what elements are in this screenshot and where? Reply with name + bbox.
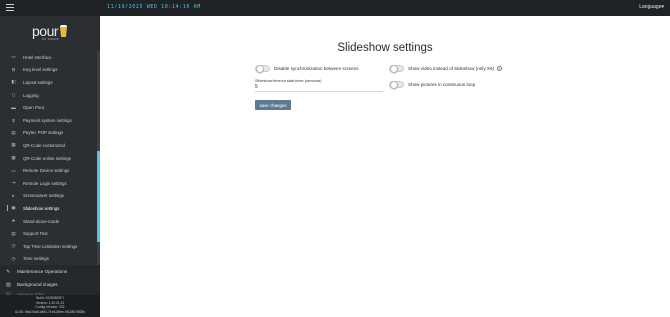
section-label: Maintenance Operations [17,269,68,274]
top-bar: 11/19/2025 WED 10:14:10 AM Language▾ [0,0,670,16]
sidebar-item-remote-login-settings[interactable]: ⇥ Remote Login settings [0,177,97,190]
datetime-display: 11/19/2025 WED 10:14:10 AM [107,4,201,10]
sidebar-item-tap-time-limitation-settings[interactable]: ◷ Tap Time Limitation settings [0,240,97,253]
clock-icon: ◷ [11,255,16,261]
text-icon: ▤ [11,230,16,236]
pour-icon: ▬ [11,105,16,111]
toggle-knob [255,65,264,74]
continuous-toggle[interactable] [389,81,404,90]
sidebar-item-remote-device-settings[interactable]: ▭ Remote Device settings [0,164,97,177]
sidebar-item-payment-system-settings[interactable]: $ Payment system settings [0,114,97,127]
file-icon: ▯ [12,92,15,98]
toggle-knob [389,65,398,74]
sidebar-item-label: Screensaver settings [23,193,64,199]
continuous-label: Show pictures in continuous loop [408,82,476,87]
sidebar-item-label: Payment system settings [23,117,72,123]
sidebar-item-hotel-interface[interactable]: ▭ Hotel Interface [0,51,97,64]
sidebar-item-label: Remote Device settings [23,168,70,174]
sidebar-item-label: Stand-alone-mode [23,218,60,224]
qr-icon: ▦ [11,142,16,148]
layout-icon: ◧ [11,79,16,85]
sidebar-item-slideshow-settings[interactable]: ▣ Slideshow settings [0,202,97,215]
sidebar-item-label: Paytec POP settings [23,130,64,136]
timer-icon: ◷ [11,243,16,249]
sync-label: Disable synchronization between screens [274,66,359,71]
main-content: Slideshow settings Disable synchronizati… [100,16,670,317]
sidebar: pour MY DRINK ▭ Hotel Interface ⊟ Keg level… [0,16,100,317]
sidebar-item-open-pour[interactable]: ▬ Open Pour [0,101,97,114]
logo: pour MY DRINK [0,16,100,50]
video-toggle[interactable] [389,65,404,74]
sidebar-section-background[interactable]: ▨ Background images [0,278,100,291]
sidebar-item-label: Tap Time Limitation settings [23,243,78,249]
slideshow-icon: ▣ [11,205,16,211]
sidebar-item-label: Hotel Interface [23,54,52,60]
sidebar-item-qr-code-customized[interactable]: ▦ QR-Code customized [0,139,97,152]
video-label: Show video instead of slideshow (only X6… [408,66,495,71]
sidebar-item-layout-settings[interactable]: ◧ Layout settings [0,76,97,89]
timeout-input[interactable] [255,83,383,92]
star-icon: ★ [11,218,16,224]
qr-icon: ▦ [11,155,16,161]
login-icon: ⇥ [11,180,16,186]
hotel-icon: ▭ [11,54,16,60]
image-icon: ▨ [6,281,11,288]
sidebar-section-maintenance[interactable]: ✎ Maintenance Operations [0,265,100,278]
wrench-icon: ✎ [6,268,11,275]
remote-icon: ▭ [11,167,16,173]
screen-icon: ▸ [12,192,15,198]
page-title: Slideshow settings [337,42,433,54]
keg-icon: ⊟ [11,66,16,72]
logo-glass-icon [60,27,67,37]
sidebar-item-time-settings[interactable]: ◷ Time settings [0,253,97,266]
sidebar-item-label: Remote Login settings [23,180,67,186]
hamburger-menu-icon[interactable] [6,3,14,12]
video-toggle-row: Show video instead of slideshow (only X6… [389,65,502,74]
logo-tagline: MY DRINK [42,37,60,41]
sidebar-item-label: Layout settings [23,79,53,85]
section-label: Background images [17,282,58,287]
sidebar-item-keg-level-settings[interactable]: ⊟ Keg level settings [0,64,97,77]
sidebar-item-label: QR-Code online settings [23,155,71,161]
info-icon[interactable]: i [496,66,502,71]
language-dropdown[interactable]: Language▾ [639,4,664,10]
sync-toggle-row: Disable synchronization between screens [255,65,359,74]
sidebar-item-label: QR-Code customized [23,142,65,148]
sidebar-item-screensaver-settings[interactable]: ▸ Screensaver settings [0,190,97,203]
sidebar-item-label: Support Text [23,231,48,237]
sidebar-item-logging[interactable]: ▯ Logging [0,89,97,102]
sidebar-item-label: Time settings [23,256,49,262]
dollar-icon: $ [12,117,15,123]
build-info: Build: 20250829FJ Version: 1.40.21.10 Co… [0,295,100,317]
sidebar-item-support-text[interactable]: ▤ Support Text [0,227,97,240]
sidebar-item-label: Open Pour [23,105,45,111]
sidebar-item-paytec-pop-settings[interactable]: ▤ Paytec POP settings [0,127,97,140]
sidebar-item-label: Keg level settings [23,67,58,73]
toggle-knob [389,81,398,90]
sidebar-item-stand-alone-mode[interactable]: ★ Stand-alone-mode [0,215,97,228]
sync-toggle[interactable] [255,65,270,74]
card-icon: ▤ [11,129,16,135]
continuous-toggle-row: Show pictures in continuous loop [389,81,476,90]
save-button[interactable]: save changes [255,100,291,110]
device-uuid: UUID: 0fda7da8-dd91-71e4-89ee-9f128b78f2… [14,309,86,314]
sidebar-item-label: Slideshow settings [23,205,60,211]
sidebar-menu: ▭ Hotel Interface ⊟ Keg level settings ◧ Layo… [0,51,97,265]
sidebar-item-qr-code-online-settings[interactable]: ▦ QR-Code online settings [0,152,97,165]
sidebar-item-label: Logging [23,92,39,98]
